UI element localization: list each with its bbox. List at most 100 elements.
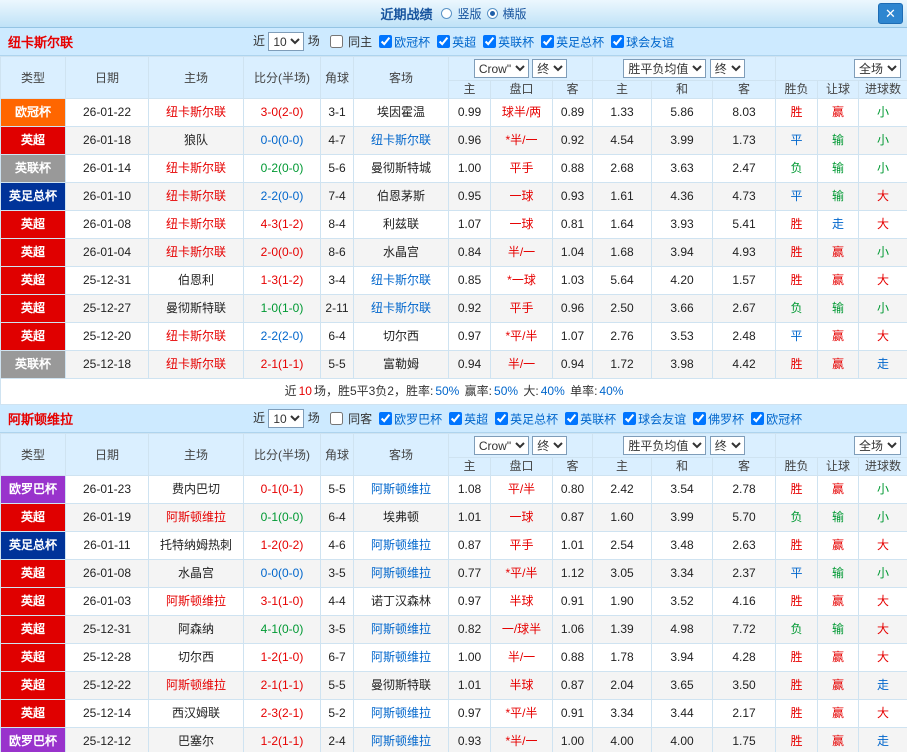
away-team[interactable]: 阿斯顿维拉 xyxy=(353,531,449,560)
summary-segment: 50% xyxy=(494,384,519,398)
home-team[interactable]: 曼彻斯特联 xyxy=(148,294,244,323)
final-odds-select[interactable]: 终 xyxy=(532,436,568,455)
competition-filter[interactable]: 英足总杯 xyxy=(495,411,558,426)
home-team[interactable]: 西汉姆联 xyxy=(148,699,244,728)
home-team[interactable]: 纽卡斯尔联 xyxy=(148,98,244,127)
competition-filter[interactable]: 英足总杯 xyxy=(541,34,604,49)
match-count-select[interactable]: 10 xyxy=(268,32,305,52)
result-handicap: 输 xyxy=(817,126,860,155)
away-team[interactable]: 水晶宫 xyxy=(353,238,449,267)
competition-badge: 欧罗巴杯 xyxy=(0,727,66,752)
same-venue-filter[interactable]: 同主 xyxy=(329,33,372,50)
ah-away-odds: 0.88 xyxy=(551,643,594,672)
eu-draw-odds: 4.20 xyxy=(651,266,714,295)
competition-checkbox[interactable] xyxy=(611,35,625,48)
competition-checkbox[interactable] xyxy=(437,35,451,48)
home-team[interactable]: 水晶宫 xyxy=(148,559,244,588)
away-team[interactable]: 阿斯顿维拉 xyxy=(353,727,449,752)
result-goals: 大 xyxy=(858,615,907,644)
competition-filter[interactable]: 球会友谊 xyxy=(611,34,674,49)
competition-filter[interactable]: 球会友谊 xyxy=(623,411,686,426)
competition-checkbox[interactable] xyxy=(693,412,707,425)
competition-checkbox[interactable] xyxy=(379,412,393,425)
away-team[interactable]: 埃弗顿 xyxy=(353,503,449,532)
result-wdl: 负 xyxy=(775,294,819,323)
away-team[interactable]: 阿斯顿维拉 xyxy=(353,643,449,672)
competition-checkbox[interactable] xyxy=(751,412,765,425)
layout-radio-horizontal-label[interactable]: 横版 xyxy=(503,5,527,22)
competition-filter[interactable]: 英联杯 xyxy=(483,34,534,49)
away-team[interactable]: 曼彻斯特联 xyxy=(353,671,449,700)
competition-checkbox[interactable] xyxy=(495,412,509,425)
home-team[interactable]: 狼队 xyxy=(148,126,244,155)
avg-odds-select[interactable]: 胜平负均值 xyxy=(623,436,707,455)
away-team[interactable]: 诺丁汉森林 xyxy=(353,587,449,616)
home-team[interactable]: 阿森纳 xyxy=(148,615,244,644)
home-team[interactable]: 纽卡斯尔联 xyxy=(148,182,244,211)
competition-filter[interactable]: 欧冠杯 xyxy=(751,411,802,426)
scope-select[interactable]: 全场 xyxy=(854,436,902,455)
competition-checkbox[interactable] xyxy=(565,412,579,425)
competition-filter[interactable]: 佛罗杯 xyxy=(693,411,744,426)
competition-filter[interactable]: 英联杯 xyxy=(565,411,616,426)
competition-checkbox[interactable] xyxy=(449,412,463,425)
final-odds-select[interactable]: 终 xyxy=(709,59,745,78)
home-team[interactable]: 伯恩利 xyxy=(148,266,244,295)
same-venue-filter[interactable]: 同客 xyxy=(329,410,372,427)
company-select[interactable]: Crow" xyxy=(473,436,529,455)
home-team[interactable]: 费内巴切 xyxy=(148,475,244,504)
home-team[interactable]: 巴塞尔 xyxy=(148,727,244,752)
home-team[interactable]: 阿斯顿维拉 xyxy=(148,503,244,532)
layout-radio-horizontal[interactable] xyxy=(486,8,498,19)
layout-radio-vertical-label[interactable]: 竖版 xyxy=(457,5,481,22)
competition-filter[interactable]: 英超 xyxy=(437,34,476,49)
match-row: 英超 25-12-28 切尔西 1-2(1-0) 6-7 阿斯顿维拉 1.00 半/一 0.88… xyxy=(0,643,907,672)
avg-odds-select[interactable]: 胜平负均值 xyxy=(623,59,707,78)
eu-home-odds: 1.39 xyxy=(592,615,653,644)
competition-checkbox[interactable] xyxy=(379,35,393,48)
final-odds-select[interactable]: 终 xyxy=(709,436,745,455)
home-team[interactable]: 托特纳姆热刺 xyxy=(148,531,244,560)
match-date: 25-12-14 xyxy=(65,699,149,728)
home-team[interactable]: 纽卡斯尔联 xyxy=(148,210,244,239)
away-team[interactable]: 切尔西 xyxy=(353,322,449,351)
away-team[interactable]: 纽卡斯尔联 xyxy=(353,126,449,155)
competition-filter[interactable]: 欧罗巴杯 xyxy=(379,411,442,426)
away-team[interactable]: 阿斯顿维拉 xyxy=(353,615,449,644)
away-team[interactable]: 曼彻斯特城 xyxy=(353,154,449,183)
away-team[interactable]: 埃因霍温 xyxy=(353,98,449,127)
home-team[interactable]: 纽卡斯尔联 xyxy=(148,154,244,183)
competition-checkbox[interactable] xyxy=(483,35,497,48)
eu-home-odds: 2.68 xyxy=(592,154,653,183)
away-team[interactable]: 纽卡斯尔联 xyxy=(353,266,449,295)
away-team[interactable]: 利兹联 xyxy=(353,210,449,239)
home-team[interactable]: 纽卡斯尔联 xyxy=(148,350,244,379)
home-team[interactable]: 阿斯顿维拉 xyxy=(148,671,244,700)
home-team[interactable]: 纽卡斯尔联 xyxy=(148,322,244,351)
scope-select[interactable]: 全场 xyxy=(854,59,902,78)
result-goals: 小 xyxy=(858,503,907,532)
away-team[interactable]: 阿斯顿维拉 xyxy=(353,475,449,504)
same-venue-checkbox[interactable] xyxy=(329,412,343,425)
away-team[interactable]: 伯恩茅斯 xyxy=(353,182,449,211)
competition-checkbox[interactable] xyxy=(541,35,555,48)
ah-line: 一球 xyxy=(490,210,553,239)
competition-filter[interactable]: 欧冠杯 xyxy=(379,34,430,49)
away-team[interactable]: 纽卡斯尔联 xyxy=(353,294,449,323)
away-team[interactable]: 阿斯顿维拉 xyxy=(353,559,449,588)
home-team[interactable]: 切尔西 xyxy=(148,643,244,672)
away-team[interactable]: 富勒姆 xyxy=(353,350,449,379)
home-team[interactable]: 纽卡斯尔联 xyxy=(148,238,244,267)
match-count-select[interactable]: 10 xyxy=(268,409,305,429)
company-select[interactable]: Crow" xyxy=(473,59,529,78)
competition-checkbox[interactable] xyxy=(623,412,637,425)
home-team[interactable]: 阿斯顿维拉 xyxy=(148,587,244,616)
result-handicap: 赢 xyxy=(817,238,860,267)
layout-radio-vertical[interactable] xyxy=(441,8,453,19)
final-odds-select[interactable]: 终 xyxy=(532,59,568,78)
away-team[interactable]: 阿斯顿维拉 xyxy=(353,699,449,728)
same-venue-checkbox[interactable] xyxy=(329,35,343,48)
close-button[interactable]: ✕ xyxy=(878,3,903,24)
competition-filter[interactable]: 英超 xyxy=(449,411,488,426)
col-wdl: 胜负 xyxy=(775,80,819,99)
